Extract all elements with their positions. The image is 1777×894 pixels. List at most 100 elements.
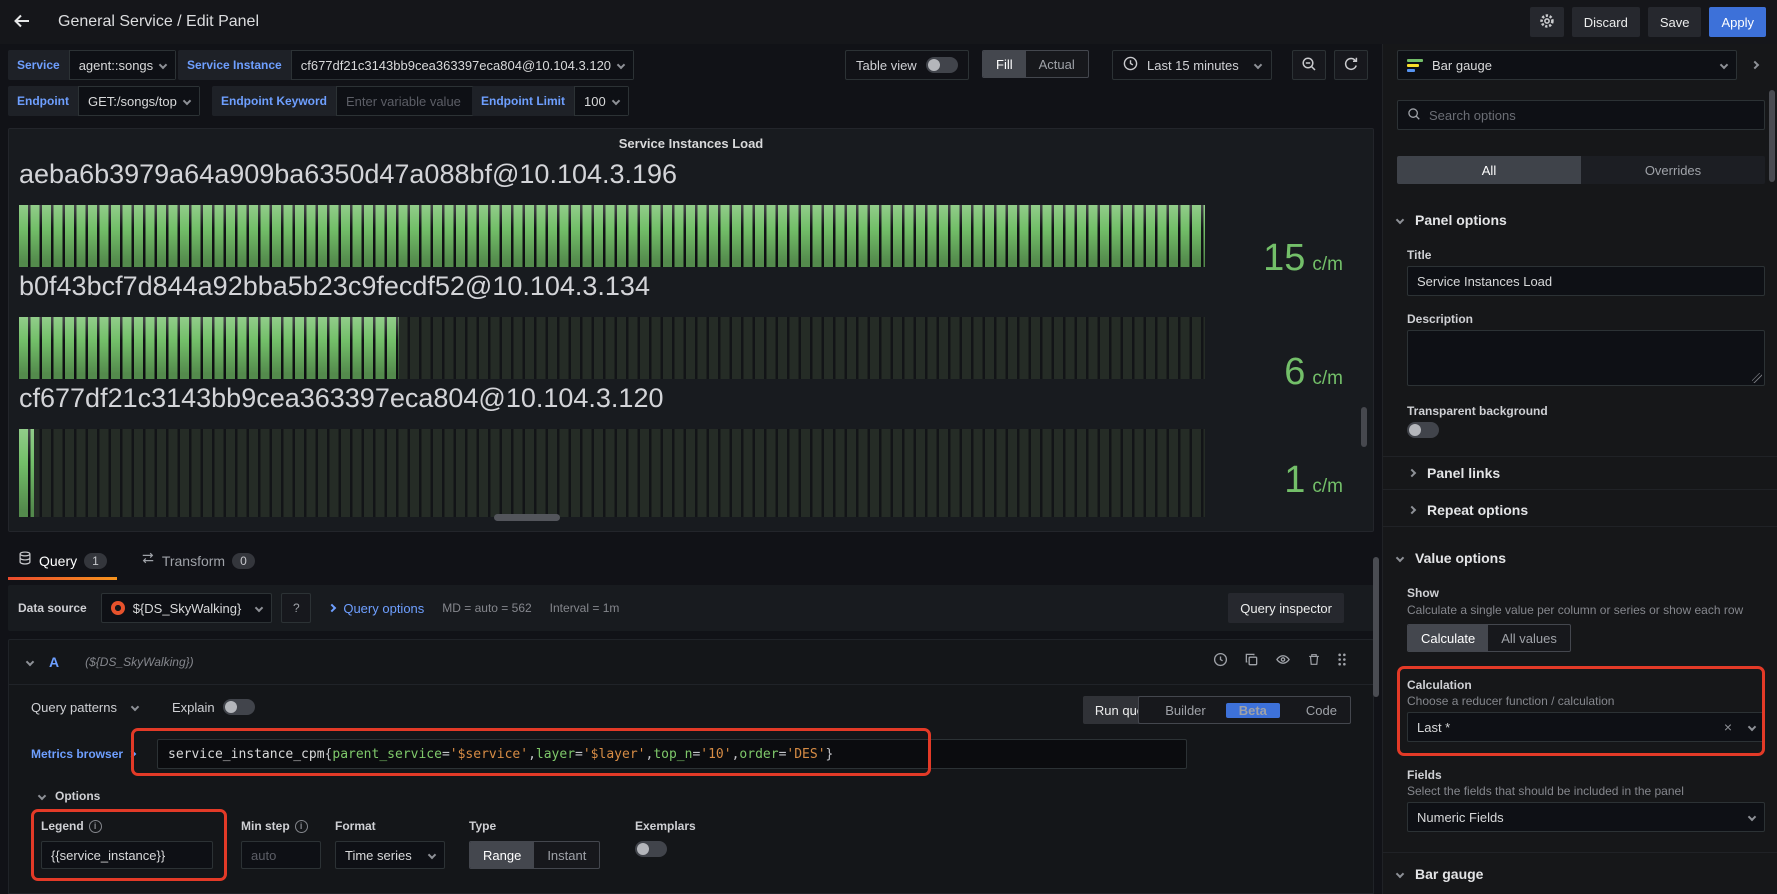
panel-title-input[interactable]: Service Instances Load bbox=[1407, 266, 1765, 296]
chevron-down-icon bbox=[1254, 61, 1262, 69]
all-values-option[interactable]: All values bbox=[1488, 625, 1570, 651]
datasource-select[interactable]: ${DS_SkyWalking} bbox=[101, 593, 273, 623]
actual-option[interactable]: Actual bbox=[1026, 51, 1088, 77]
gauge-label: aeba6b3979a64a909ba6350d47a088bf@10.104.… bbox=[19, 159, 677, 190]
bar-gauge-panel: Service Instances Load aeba6b3979a64a909… bbox=[8, 128, 1374, 532]
apply-button[interactable]: Apply bbox=[1709, 7, 1766, 37]
tab-all[interactable]: All bbox=[1397, 156, 1581, 184]
chevron-down-icon bbox=[1396, 554, 1404, 562]
value-options-section-toggle[interactable]: Value options bbox=[1397, 550, 1506, 566]
fill-actual-group: Fill Actual bbox=[982, 50, 1089, 78]
interval: Interval = 1m bbox=[550, 601, 620, 615]
panel-links-section-toggle[interactable]: Panel links bbox=[1383, 456, 1777, 490]
format-select[interactable]: Time series bbox=[335, 841, 445, 869]
chevron-down-icon bbox=[159, 61, 167, 69]
var-endpoint-limit-label[interactable]: Endpoint Limit bbox=[472, 86, 574, 116]
panel-options-section-toggle[interactable]: Panel options bbox=[1397, 212, 1507, 228]
legend-input[interactable]: {{service_instance}} bbox=[41, 841, 213, 869]
tab-transform[interactable]: Transform 0 bbox=[131, 545, 265, 580]
metrics-browser-toggle[interactable]: Metrics browser bbox=[31, 747, 157, 761]
tab-overrides[interactable]: Overrides bbox=[1581, 156, 1765, 184]
datasource-icon bbox=[111, 601, 125, 615]
query-row-header[interactable]: A (${DS_SkyWalking}) bbox=[8, 639, 1374, 685]
type-range-option[interactable]: Range bbox=[470, 842, 534, 868]
var-endpoint-keyword-label[interactable]: Endpoint Keyword bbox=[212, 86, 336, 116]
tab-query[interactable]: Query 1 bbox=[8, 545, 117, 580]
table-view-toggle[interactable] bbox=[926, 57, 958, 73]
panel-description-textarea[interactable] bbox=[1407, 330, 1765, 386]
gauge-label: b0f43bcf7d844a92bba5b23c9fecdf52@10.104.… bbox=[19, 271, 650, 302]
query-count-badge: 1 bbox=[84, 553, 107, 569]
chevron-down-icon bbox=[26, 658, 34, 666]
explain-toggle[interactable] bbox=[223, 699, 255, 715]
endpoint-keyword-input[interactable] bbox=[346, 94, 476, 109]
query-options-toggle[interactable]: Query options bbox=[329, 601, 424, 616]
discard-button[interactable]: Discard bbox=[1572, 7, 1640, 37]
panel-scrollbar[interactable] bbox=[1361, 407, 1367, 447]
fields-select[interactable]: Numeric Fields bbox=[1407, 802, 1765, 832]
builder-option[interactable]: BuilderBeta bbox=[1139, 697, 1293, 723]
gauge-label: cf677df21c3143bb9cea363397eca804@10.104.… bbox=[19, 383, 663, 414]
search-options-input[interactable] bbox=[1429, 108, 1755, 123]
query-patterns-dropdown[interactable]: Query patterns bbox=[31, 700, 117, 715]
refresh-button[interactable] bbox=[1334, 50, 1368, 80]
zoom-out-button[interactable] bbox=[1292, 50, 1326, 80]
bar-gauge-section-toggle[interactable]: Bar gauge bbox=[1397, 866, 1483, 882]
min-step-option: Min stepi auto bbox=[241, 819, 321, 869]
query-expression-input[interactable]: service_instance_cpm{parent_service='$se… bbox=[157, 739, 1187, 769]
clock-icon bbox=[1123, 56, 1138, 74]
grafana-edit-panel-window: General Service / Edit Panel Discard Sav… bbox=[0, 0, 1777, 894]
code-option[interactable]: Code bbox=[1293, 697, 1350, 723]
calculate-option[interactable]: Calculate bbox=[1408, 625, 1488, 651]
chevron-right-icon bbox=[1751, 61, 1759, 69]
history-icon[interactable] bbox=[1213, 652, 1228, 672]
close-icon[interactable]: × bbox=[1724, 719, 1732, 735]
pane-resize-handle[interactable] bbox=[494, 514, 560, 521]
exemplars-toggle[interactable] bbox=[635, 841, 667, 857]
chevron-down-icon bbox=[1720, 61, 1728, 69]
zoom-out-icon bbox=[1301, 56, 1317, 75]
query-ref-id: A bbox=[49, 654, 59, 670]
help-circle-icon[interactable]: ? bbox=[281, 593, 311, 623]
eye-icon[interactable] bbox=[1275, 652, 1291, 672]
var-endpoint-select[interactable]: GET:/songs/top bbox=[78, 86, 200, 116]
page-title: General Service / Edit Panel bbox=[58, 13, 259, 31]
chevron-down-icon bbox=[1396, 870, 1404, 878]
query-datasource-hint: (${DS_SkyWalking}) bbox=[85, 655, 194, 669]
window-scrollbar[interactable] bbox=[1769, 90, 1775, 182]
format-option: Format Time series bbox=[335, 819, 445, 869]
var-service-instance-label[interactable]: Service Instance bbox=[178, 50, 291, 80]
show-mode-group: Calculate All values bbox=[1407, 624, 1571, 652]
type-instant-option[interactable]: Instant bbox=[534, 842, 599, 868]
visualization-picker[interactable]: Bar gauge bbox=[1397, 50, 1737, 80]
editor-tabs: Query 1 Transform 0 bbox=[8, 545, 265, 580]
trash-icon[interactable] bbox=[1307, 652, 1321, 672]
panel-options-sidebar: Bar gauge All Overrides Panel options Ti… bbox=[1382, 44, 1777, 894]
beta-badge: Beta bbox=[1226, 703, 1280, 718]
var-service-select[interactable]: agent::songs bbox=[69, 50, 176, 80]
time-range-picker[interactable]: Last 15 minutes bbox=[1112, 50, 1272, 80]
back-button[interactable] bbox=[0, 0, 44, 44]
min-step-input[interactable]: auto bbox=[241, 841, 321, 869]
var-service-label[interactable]: Service bbox=[8, 50, 69, 80]
var-service-instance: Service Instance cf677df21c3143bb9cea363… bbox=[178, 50, 634, 80]
panel-settings-button[interactable] bbox=[1530, 7, 1564, 37]
arrow-left-icon bbox=[12, 11, 32, 34]
options-section-toggle[interactable]: Options bbox=[39, 789, 100, 803]
var-endpoint-limit-select[interactable]: 100 bbox=[574, 86, 629, 116]
query-inspector-button[interactable]: Query inspector bbox=[1228, 593, 1344, 623]
chevron-down-icon bbox=[611, 97, 619, 105]
save-button[interactable]: Save bbox=[1648, 7, 1702, 37]
calculation-select[interactable]: Last * × bbox=[1407, 712, 1765, 742]
fill-option[interactable]: Fill bbox=[983, 51, 1026, 77]
drag-handle-icon[interactable] bbox=[1337, 652, 1347, 672]
builder-code-group: BuilderBeta Code bbox=[1138, 696, 1351, 724]
var-endpoint-label[interactable]: Endpoint bbox=[8, 86, 78, 116]
collapse-sidebar-button[interactable] bbox=[1741, 50, 1769, 80]
editor-scrollbar[interactable] bbox=[1373, 557, 1379, 697]
fields-label: Fields bbox=[1407, 768, 1442, 782]
transparent-background-toggle[interactable] bbox=[1407, 422, 1439, 438]
repeat-options-section-toggle[interactable]: Repeat options bbox=[1383, 493, 1777, 527]
var-service-instance-select[interactable]: cf677df21c3143bb9cea363397eca804@10.104.… bbox=[291, 50, 634, 80]
copy-icon[interactable] bbox=[1244, 652, 1259, 672]
